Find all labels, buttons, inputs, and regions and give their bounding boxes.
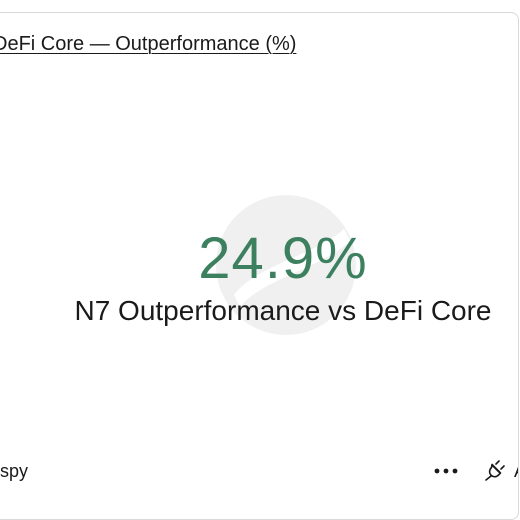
plug-icon bbox=[485, 460, 505, 481]
footer-clipped-text: A bbox=[514, 461, 518, 482]
more-horizontal-icon bbox=[434, 468, 458, 474]
footer-source-label[interactable]: spy bbox=[0, 461, 28, 482]
connect-button[interactable] bbox=[482, 455, 508, 483]
metric-value: 24.9% bbox=[198, 226, 368, 291]
card-title[interactable]: DeFi Core — Outperformance (%) bbox=[0, 33, 296, 56]
more-options-button[interactable] bbox=[432, 459, 460, 483]
metric-card: DeFi Core — Outperformance (%) 24.9% N7 … bbox=[0, 12, 519, 520]
metric-label: N7 Outperformance vs DeFi Core bbox=[74, 295, 492, 326]
